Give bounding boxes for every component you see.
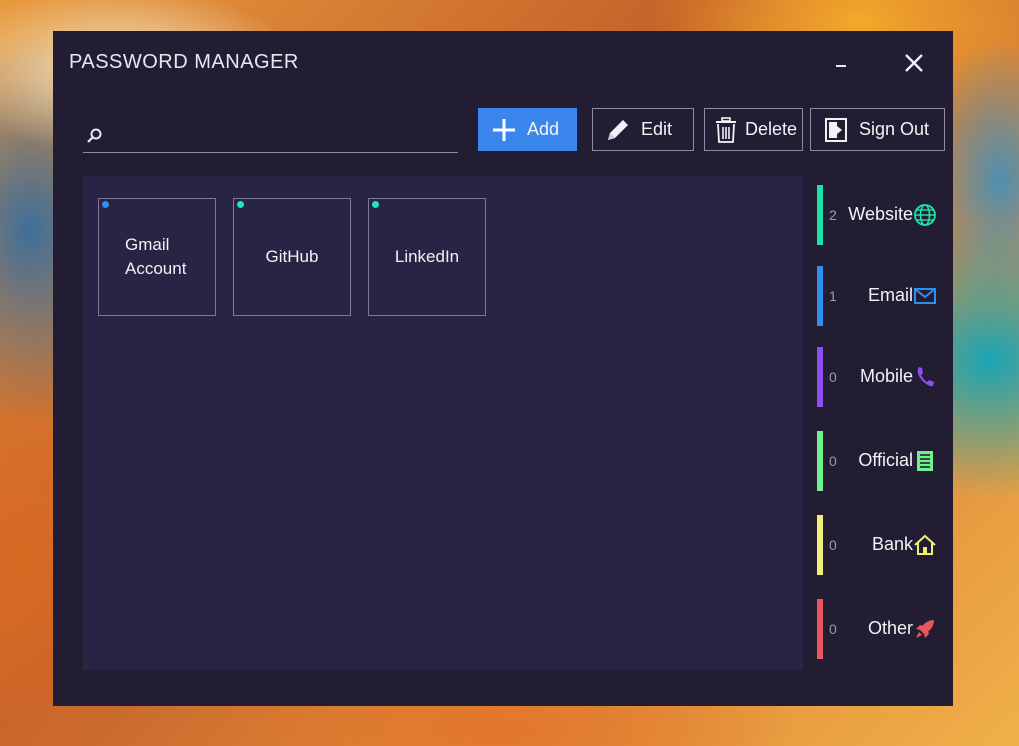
category-label: Website [848,204,913,224]
category-count: 2 [829,207,837,223]
category-label: Other [867,618,913,638]
entry-label: GitHub [265,247,319,266]
category-stripe [817,431,823,491]
category-label: Bank [871,534,913,554]
category-other[interactable]: 0 Other [817,599,947,659]
category-label: Mobile [859,366,913,386]
category-bank[interactable]: 0 Bank [817,515,947,575]
entry-label: Gmail Account [125,233,186,281]
category-count: 0 [829,621,837,637]
rocket-icon [916,620,934,638]
entry-tile-gmail-account[interactable]: Gmail Account [98,198,216,316]
category-stripe [817,347,823,407]
category-label: Email [867,285,913,305]
sign-out-icon [825,117,847,142]
trash-icon [716,116,736,143]
minimize-button[interactable] [825,51,855,77]
category-stripe [817,185,823,245]
category-stripe [817,515,823,575]
category-dot [102,201,109,208]
entry-label-line1: Gmail [125,235,170,254]
category-count: 0 [829,369,837,385]
add-button[interactable]: Add [478,108,577,151]
home-icon [914,534,936,555]
password-manager-window: PASSWORD MANAGER Add Edit Delete Sign Ou… [53,31,953,706]
category-count: 1 [829,288,837,304]
close-icon [905,54,923,72]
entry-tile-github[interactable]: GitHub [233,198,351,316]
search-icon [87,128,102,143]
sign-out-button-label: Sign Out [859,119,930,139]
delete-button[interactable]: Delete [704,108,803,151]
category-dot [237,201,244,208]
category-email[interactable]: 1 Email [817,266,947,326]
category-official[interactable]: 0 Official [817,431,947,491]
category-label: Official [858,450,913,470]
entry-label-line2: Account [125,259,187,278]
globe-icon [914,204,936,226]
close-button[interactable] [899,51,929,77]
entries-panel: Gmail Account GitHub LinkedIn [83,176,803,670]
search-bar [83,119,458,153]
entry-tile-linkedin[interactable]: LinkedIn [368,198,486,316]
search-input[interactable] [109,123,453,151]
category-count: 0 [829,453,837,469]
category-stripe [817,599,823,659]
add-button-label: Add [527,119,560,139]
delete-button-label: Delete [745,119,798,139]
category-mobile[interactable]: 0 Mobile [817,347,947,407]
entry-label: LinkedIn [394,247,460,266]
edit-button-label: Edit [641,119,673,139]
category-dot [372,201,379,208]
plus-icon [493,118,515,141]
edit-button[interactable]: Edit [592,108,694,151]
envelope-icon [914,288,936,304]
minimize-icon [836,65,846,67]
category-count: 0 [829,537,837,553]
pencil-icon [608,119,628,140]
category-stripe [817,266,823,326]
category-website[interactable]: 2 Website [817,185,947,245]
document-icon [917,451,933,471]
sign-out-button[interactable]: Sign Out [810,108,945,151]
window-title: PASSWORD MANAGER [69,51,299,73]
phone-icon [917,367,934,387]
